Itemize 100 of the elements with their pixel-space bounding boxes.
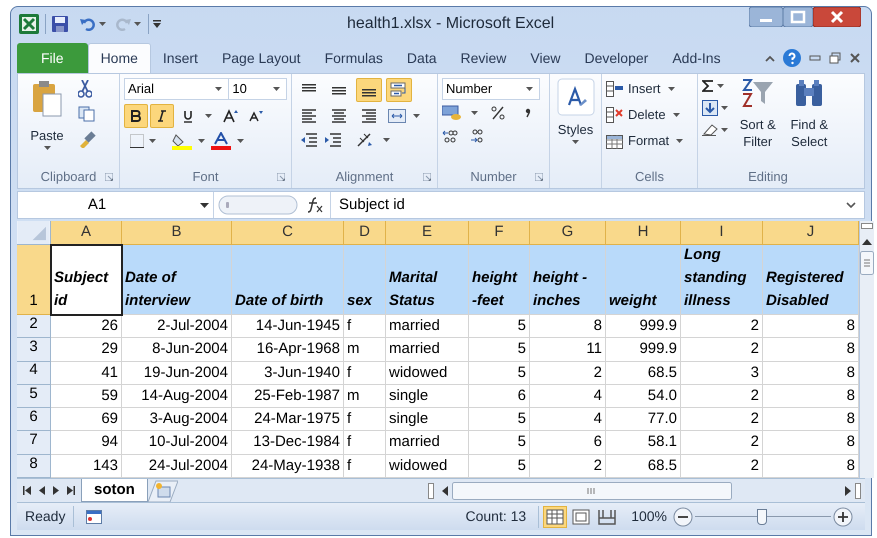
maximize-icon[interactable] bbox=[783, 7, 813, 27]
decrease-indent-icon[interactable] bbox=[300, 132, 318, 148]
cells-button[interactable]: Delete bbox=[606, 104, 686, 126]
merge-icon[interactable] bbox=[388, 109, 406, 123]
previous-sheet-icon[interactable] bbox=[39, 486, 45, 496]
italic-button[interactable] bbox=[150, 104, 174, 128]
split-handle-icon[interactable] bbox=[861, 223, 873, 229]
name-box[interactable]: A1 bbox=[18, 192, 214, 218]
scroll-up-icon[interactable] bbox=[862, 239, 872, 245]
increase-indent-icon[interactable] bbox=[324, 132, 342, 148]
split-handle-icon[interactable] bbox=[855, 482, 861, 499]
customize-icon[interactable] bbox=[153, 20, 161, 28]
column-header[interactable]: J bbox=[763, 221, 859, 245]
last-sheet-icon[interactable] bbox=[67, 486, 75, 496]
slider-thumb[interactable] bbox=[756, 508, 767, 525]
formula-field[interactable]: Subject id bbox=[330, 192, 864, 218]
spreadsheet-icon[interactable] bbox=[19, 14, 39, 34]
styles-button[interactable]: Styles bbox=[554, 78, 597, 166]
scroll-right-icon[interactable] bbox=[845, 486, 851, 496]
sum-icon[interactable] bbox=[702, 80, 714, 92]
copy-icon[interactable] bbox=[78, 106, 96, 122]
row-header[interactable]: 8 bbox=[17, 454, 51, 478]
sheet-tab[interactable]: soton bbox=[81, 479, 148, 502]
font-name-field[interactable]: Arial bbox=[124, 78, 230, 100]
zoom-slider[interactable] bbox=[695, 506, 831, 527]
cells-button[interactable]: Insert bbox=[606, 78, 686, 100]
undo-icon[interactable] bbox=[80, 17, 96, 31]
dialog-launcher-icon[interactable] bbox=[423, 173, 431, 181]
row-header[interactable]: 2 bbox=[17, 315, 51, 338]
row-header[interactable]: 3 bbox=[17, 338, 51, 362]
column-header[interactable]: B bbox=[122, 221, 232, 245]
ribbon-tab[interactable]: File bbox=[17, 43, 88, 73]
column-header[interactable]: C bbox=[232, 221, 344, 245]
normal-view-button[interactable] bbox=[543, 506, 568, 528]
new-sheet-icon[interactable] bbox=[148, 480, 178, 502]
close-icon[interactable] bbox=[849, 52, 861, 64]
shrink-font-icon[interactable] bbox=[249, 110, 263, 122]
ribbon-tab[interactable]: Page Layout bbox=[210, 43, 313, 73]
ribbon-tab[interactable]: Data bbox=[394, 43, 448, 73]
scrollbar-thumb-icon[interactable] bbox=[452, 482, 732, 500]
dialog-launcher-icon[interactable] bbox=[105, 173, 113, 181]
next-sheet-icon[interactable] bbox=[53, 486, 59, 496]
percent-icon[interactable] bbox=[491, 106, 505, 120]
close-icon[interactable] bbox=[813, 7, 861, 27]
scrollbar-thumb-icon[interactable] bbox=[860, 251, 874, 275]
dialog-launcher-icon[interactable] bbox=[535, 173, 543, 181]
first-sheet-icon[interactable] bbox=[23, 486, 31, 496]
font-size-field[interactable]: 10 bbox=[229, 78, 287, 100]
column-header[interactable]: G bbox=[530, 221, 606, 245]
editing-button[interactable]: Sort & Filter bbox=[733, 78, 782, 166]
collapse-ribbon-icon[interactable] bbox=[765, 54, 775, 62]
ribbon-tab[interactable]: Add-Ins bbox=[660, 43, 733, 73]
fill-down-icon[interactable] bbox=[702, 100, 718, 116]
brush-icon[interactable] bbox=[78, 130, 96, 148]
ribbon-tab[interactable]: View bbox=[518, 43, 572, 73]
row-header[interactable]: 7 bbox=[17, 431, 51, 455]
minimize-icon[interactable] bbox=[809, 54, 821, 62]
paste-button[interactable]: Paste bbox=[22, 78, 72, 166]
decrease-decimal-icon[interactable] bbox=[468, 128, 484, 144]
number-format-field[interactable]: Number bbox=[442, 78, 540, 100]
ribbon-tab[interactable]: Insert bbox=[150, 43, 210, 73]
scroll-left-icon[interactable] bbox=[442, 486, 448, 496]
increase-decimal-icon[interactable] bbox=[442, 128, 458, 144]
bottom-align-button[interactable] bbox=[356, 78, 382, 102]
row-header[interactable]: 4 bbox=[17, 362, 51, 385]
cut-icon[interactable] bbox=[78, 80, 92, 98]
row-header[interactable]: 1 bbox=[17, 245, 51, 315]
borders-icon[interactable] bbox=[130, 134, 144, 148]
editing-button[interactable]: Find & Select bbox=[784, 78, 834, 166]
currency-icon[interactable] bbox=[442, 105, 462, 121]
row-header[interactable]: 6 bbox=[17, 408, 51, 432]
column-header[interactable]: I bbox=[681, 221, 763, 245]
column-header[interactable]: H bbox=[606, 221, 681, 245]
ribbon-tab[interactable]: Developer bbox=[572, 43, 660, 73]
column-header[interactable]: F bbox=[469, 221, 530, 245]
font-color-icon[interactable] bbox=[210, 132, 232, 150]
orientation-icon[interactable] bbox=[356, 132, 374, 148]
zoom-out-icon[interactable] bbox=[673, 506, 693, 527]
dialog-launcher-icon[interactable] bbox=[277, 173, 285, 181]
cells-button[interactable]: Format bbox=[606, 130, 686, 152]
restore-icon[interactable] bbox=[829, 52, 841, 64]
column-header[interactable]: D bbox=[344, 221, 386, 245]
split-handle-icon[interactable] bbox=[428, 482, 434, 499]
wrap-text-button[interactable] bbox=[386, 78, 412, 102]
ribbon-tab[interactable]: Formulas bbox=[312, 43, 395, 73]
macro-record-icon[interactable] bbox=[86, 510, 102, 524]
column-header[interactable]: A bbox=[51, 221, 122, 245]
column-header[interactable]: E bbox=[386, 221, 469, 245]
row-header[interactable]: 5 bbox=[17, 384, 51, 408]
comma-icon[interactable] bbox=[525, 108, 531, 118]
help-icon[interactable] bbox=[783, 49, 801, 67]
eraser-icon[interactable] bbox=[702, 124, 718, 136]
fill-color-icon[interactable] bbox=[171, 132, 193, 150]
minimize-icon[interactable] bbox=[749, 7, 783, 27]
zoom-in-icon[interactable] bbox=[833, 506, 853, 527]
bold-button[interactable] bbox=[124, 104, 148, 128]
grow-font-icon[interactable] bbox=[223, 109, 239, 123]
save-icon[interactable] bbox=[52, 16, 68, 32]
splitter-handle-icon[interactable] bbox=[218, 195, 298, 215]
function-icon[interactable] bbox=[306, 197, 324, 213]
